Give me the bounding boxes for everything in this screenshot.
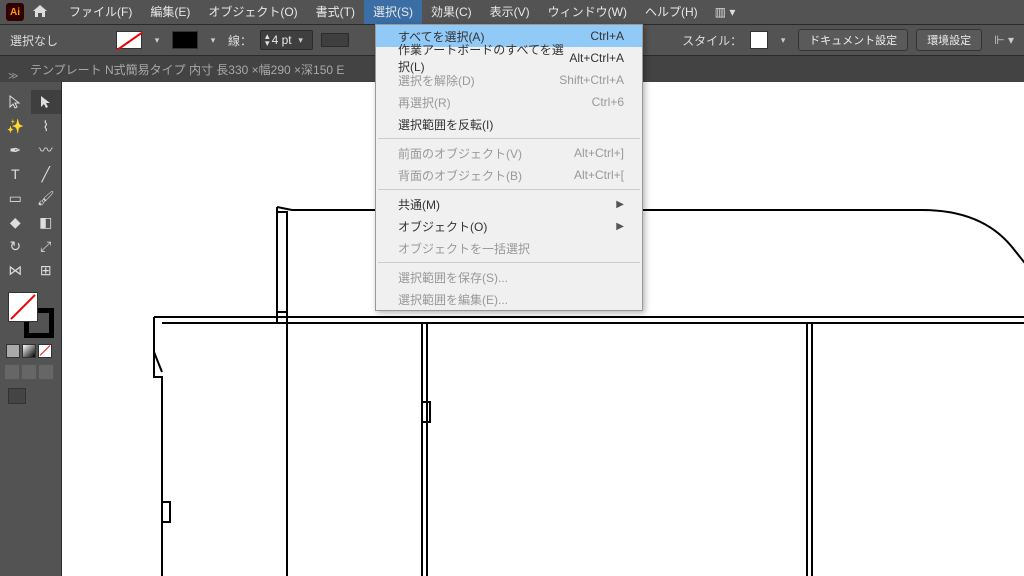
- select-menu-dropdown: すべてを選択(A)Ctrl+A作業アートボードのすべてを選択(L)Alt+Ctr…: [375, 24, 643, 311]
- lasso-tool[interactable]: ⌇: [31, 114, 62, 138]
- rotate-tool[interactable]: ↻: [0, 234, 31, 258]
- tools-panel: ✨ ⌇ ✒ 〰 T ╱ ▭ 🖌 ◆ ◧ ↻ ⤢ ⋈ ⊞: [0, 82, 62, 576]
- dash-preview[interactable]: [321, 33, 349, 47]
- menu-type[interactable]: 書式(T): [307, 0, 364, 24]
- document-setup-button[interactable]: ドキュメント設定: [798, 29, 908, 51]
- fill-color-swatch[interactable]: [8, 292, 38, 322]
- menu-view[interactable]: 表示(V): [481, 0, 539, 24]
- menu-edit[interactable]: 編集(E): [141, 0, 199, 24]
- rectangle-tool[interactable]: ▭: [0, 186, 31, 210]
- selection-label: 選択なし: [10, 32, 58, 49]
- menu-effect[interactable]: 効果(C): [422, 0, 481, 24]
- expand-arrow-icon[interactable]: ≫: [8, 71, 18, 82]
- stepper-icon[interactable]: ▴▾: [265, 33, 270, 47]
- color-swatches[interactable]: [8, 292, 54, 338]
- menu-file[interactable]: ファイル(F): [60, 0, 141, 24]
- eraser-tool[interactable]: ◧: [31, 210, 62, 234]
- menu-window[interactable]: ウィンドウ(W): [539, 0, 636, 24]
- draw-normal[interactable]: [4, 364, 20, 380]
- arrange-docs-icon[interactable]: ▥ ▾: [715, 5, 736, 19]
- document-tab[interactable]: テンプレート N式簡易タイプ 内寸 長330 ×幅290 ×深150 E: [22, 57, 352, 82]
- stroke-weight-field[interactable]: ▴▾ 4 pt ▾: [260, 30, 313, 50]
- style-label: スタイル：: [682, 32, 742, 49]
- selection-tool[interactable]: [0, 90, 31, 114]
- weight-dropdown-icon[interactable]: ▾: [294, 33, 308, 47]
- draw-mode-row: [4, 364, 61, 380]
- shaper-tool[interactable]: ◆: [0, 210, 31, 234]
- menu-select[interactable]: 選択(S): [364, 0, 422, 24]
- paintbrush-tool[interactable]: 🖌: [31, 186, 62, 210]
- line-tool[interactable]: ╱: [31, 162, 62, 186]
- menu-item[interactable]: オブジェクト(O)▶: [376, 215, 642, 237]
- align-icon[interactable]: ⊩ ▾: [994, 33, 1014, 47]
- pen-tool[interactable]: ✒: [0, 138, 31, 162]
- menu-item: 背面のオブジェクト(B)Alt+Ctrl+[: [376, 164, 642, 186]
- style-dropdown-icon[interactable]: ▾: [776, 33, 790, 47]
- color-mode-none[interactable]: [38, 344, 52, 358]
- home-icon[interactable]: [32, 4, 48, 21]
- scale-tool[interactable]: ⤢: [31, 234, 62, 258]
- draw-behind[interactable]: [21, 364, 37, 380]
- menu-bar: Ai ファイル(F) 編集(E) オブジェクト(O) 書式(T) 選択(S) 効…: [0, 0, 1024, 24]
- stroke-dropdown-icon[interactable]: ▾: [206, 33, 220, 47]
- stroke-label: 線：: [228, 32, 252, 49]
- style-swatch[interactable]: [750, 31, 768, 49]
- type-tool[interactable]: T: [0, 162, 31, 186]
- menu-object[interactable]: オブジェクト(O): [199, 0, 306, 24]
- menu-help[interactable]: ヘルプ(H): [636, 0, 707, 24]
- menu-item[interactable]: 選択範囲を反転(I): [376, 113, 642, 135]
- direct-selection-tool[interactable]: [31, 90, 62, 114]
- free-transform-tool[interactable]: ⊞: [31, 258, 62, 282]
- preferences-button[interactable]: 環境設定: [916, 29, 982, 51]
- menu-item[interactable]: 作業アートボードのすべてを選択(L)Alt+Ctrl+A: [376, 47, 642, 69]
- color-mode-solid[interactable]: [6, 344, 20, 358]
- fill-swatch[interactable]: [116, 31, 142, 49]
- color-mode-gradient[interactable]: [22, 344, 36, 358]
- menu-item[interactable]: 共通(M)▶: [376, 193, 642, 215]
- fill-dropdown-icon[interactable]: ▾: [150, 33, 164, 47]
- screen-mode[interactable]: [8, 388, 61, 404]
- menu-item: 再選択(R)Ctrl+6: [376, 91, 642, 113]
- menu-item: オブジェクトを一括選択: [376, 237, 642, 259]
- menu-item: 前面のオブジェクト(V)Alt+Ctrl+]: [376, 142, 642, 164]
- width-tool[interactable]: ⋈: [0, 258, 31, 282]
- stroke-swatch[interactable]: [172, 31, 198, 49]
- app-icon: Ai: [6, 3, 24, 21]
- draw-inside[interactable]: [38, 364, 54, 380]
- stroke-weight-value: 4 pt: [272, 33, 292, 47]
- menu-item: 選択範囲を編集(E)...: [376, 288, 642, 310]
- color-mode-row: [6, 344, 61, 358]
- menu-item: 選択範囲を保存(S)...: [376, 266, 642, 288]
- magic-wand-tool[interactable]: ✨: [0, 114, 31, 138]
- curvature-tool[interactable]: 〰: [31, 138, 62, 162]
